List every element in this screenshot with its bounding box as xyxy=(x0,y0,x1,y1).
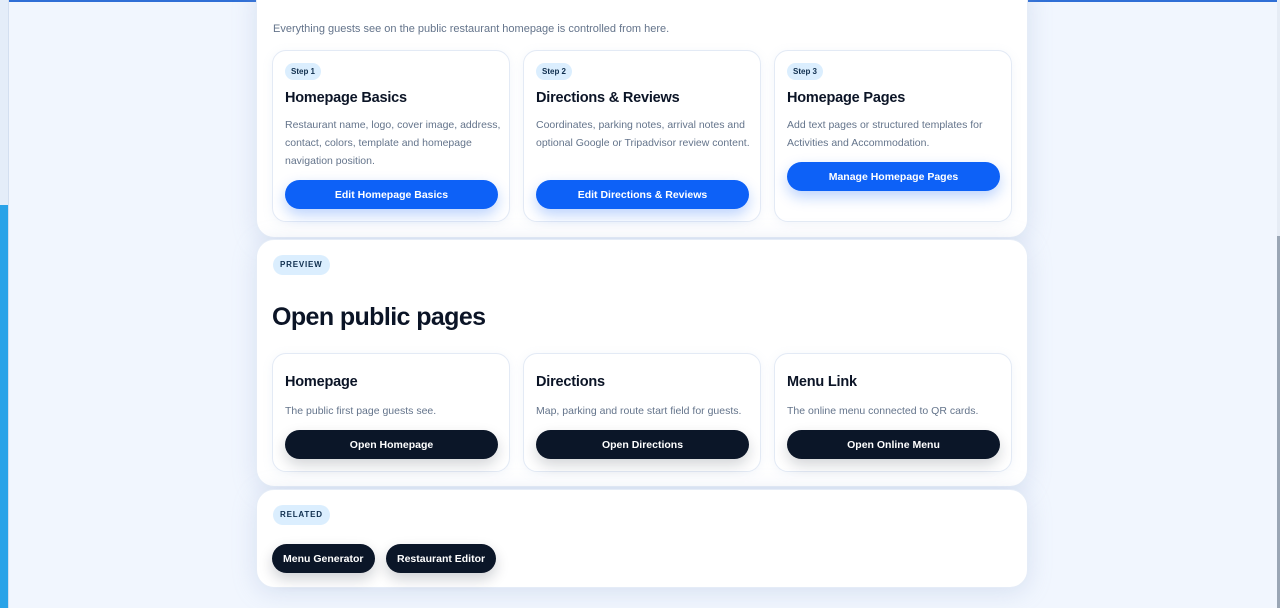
preview-card-homepage: Homepage The public first page guests se… xyxy=(272,353,510,472)
card-title: Homepage xyxy=(285,374,358,390)
step-badge: Step 1 xyxy=(285,63,322,80)
preview-panel: PREVIEW Open public pages Homepage The p… xyxy=(256,239,1028,487)
left-window-edge xyxy=(0,0,9,608)
edit-directions-reviews-button[interactable]: Edit Directions & Reviews xyxy=(536,180,749,209)
card-description: The public first page guests see. xyxy=(285,405,437,417)
restaurant-editor-button[interactable]: Restaurant Editor xyxy=(386,544,497,573)
open-homepage-button[interactable]: Open Homepage xyxy=(285,430,498,459)
preview-card-menu-link: Menu Link The online menu connected to Q… xyxy=(774,353,1012,472)
card-title: Directions xyxy=(536,374,605,390)
card-description: Coordinates, parking notes, arrival note… xyxy=(536,119,750,149)
card-title: Directions & Reviews xyxy=(536,90,680,106)
related-panel: RELATED Menu Generator Restaurant Editor xyxy=(256,489,1028,588)
card-description: Map, parking and route start field for g… xyxy=(536,405,742,417)
open-directions-button[interactable]: Open Directions xyxy=(536,430,749,459)
section-title: Open public pages xyxy=(272,303,486,331)
card-description: Restaurant name, logo, cover image, addr… xyxy=(285,119,501,167)
edit-homepage-basics-button[interactable]: Edit Homepage Basics xyxy=(285,180,498,209)
card-description: The online menu connected to QR cards. xyxy=(787,405,979,417)
step-card-homepage-pages: Step 3 Homepage Pages Add text pages or … xyxy=(774,50,1012,222)
step-card-homepage-basics: Step 1 Homepage Basics Restaurant name, … xyxy=(272,50,510,222)
card-description: Add text pages or structured templates f… xyxy=(787,119,983,149)
step-card-directions-reviews: Step 2 Directions & Reviews Coordinates,… xyxy=(523,50,761,222)
section-badge-preview: PREVIEW xyxy=(273,255,330,275)
step-badge: Step 3 xyxy=(787,63,824,80)
panel-intro-text: Everything guests see on the public rest… xyxy=(273,23,670,35)
card-title: Homepage Basics xyxy=(285,90,407,106)
section-badge-related: RELATED xyxy=(273,505,330,525)
card-title: Menu Link xyxy=(787,374,857,390)
card-title: Homepage Pages xyxy=(787,90,906,106)
preview-card-directions: Directions Map, parking and route start … xyxy=(523,353,761,472)
menu-generator-button[interactable]: Menu Generator xyxy=(272,544,375,573)
homepage-setup-panel: Everything guests see on the public rest… xyxy=(256,0,1028,238)
step-badge: Step 2 xyxy=(536,63,573,80)
open-online-menu-button[interactable]: Open Online Menu xyxy=(787,430,1000,459)
left-edge-accent xyxy=(0,205,8,608)
manage-homepage-pages-button[interactable]: Manage Homepage Pages xyxy=(787,162,1000,191)
